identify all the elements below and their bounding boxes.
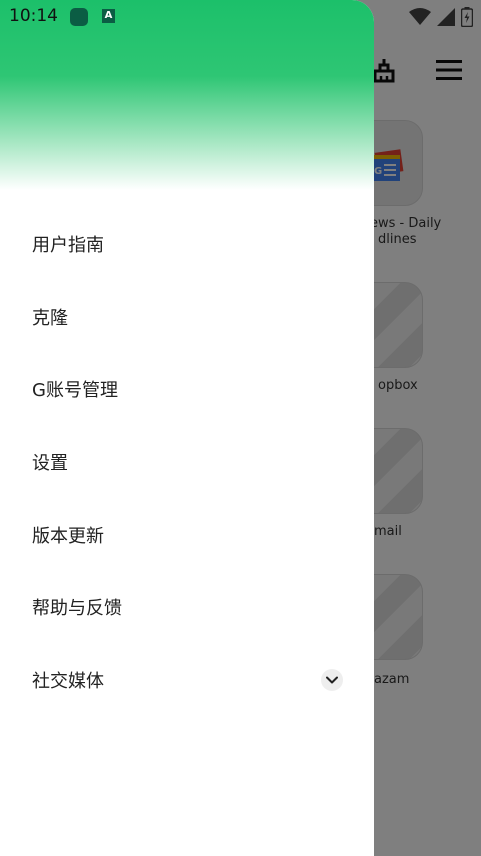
navigation-drawer: 用户指南 克隆 G账号管理 设置 版本更新 帮助与反馈 社交媒体 — [0, 0, 374, 856]
menu-item-settings[interactable]: 设置 — [0, 426, 374, 499]
menu-item-clone[interactable]: 克隆 — [0, 281, 374, 354]
menu-item-label: 用户指南 — [32, 235, 104, 257]
menu-item-social-media[interactable]: 社交媒体 — [0, 644, 374, 717]
menu-item-label: 帮助与反馈 — [32, 598, 122, 620]
status-time: 10:14 — [9, 6, 58, 26]
chevron-down-icon[interactable] — [321, 668, 343, 691]
menu-item-g-account-management[interactable]: G账号管理 — [0, 353, 374, 426]
app-notification-icon — [70, 8, 88, 26]
menu-item-label: 设置 — [32, 453, 68, 475]
status-indicators — [409, 7, 473, 27]
menu-item-label: 版本更新 — [32, 525, 104, 547]
menu-item-user-guide[interactable]: 用户指南 — [0, 208, 374, 281]
status-bar: 10:14 A — [0, 0, 481, 34]
menu-item-version-update[interactable]: 版本更新 — [0, 498, 374, 571]
drawer-menu: 用户指南 克隆 G账号管理 设置 版本更新 帮助与反馈 社交媒体 — [0, 208, 374, 716]
menu-item-label: G账号管理 — [32, 380, 118, 402]
menu-item-label: 社交媒体 — [32, 670, 104, 692]
menu-item-help-feedback[interactable]: 帮助与反馈 — [0, 571, 374, 644]
wifi-icon — [409, 8, 431, 25]
battery-icon — [461, 7, 473, 27]
a-notification-icon: A — [102, 9, 115, 23]
signal-icon — [437, 8, 455, 26]
menu-item-label: 克隆 — [32, 307, 68, 329]
